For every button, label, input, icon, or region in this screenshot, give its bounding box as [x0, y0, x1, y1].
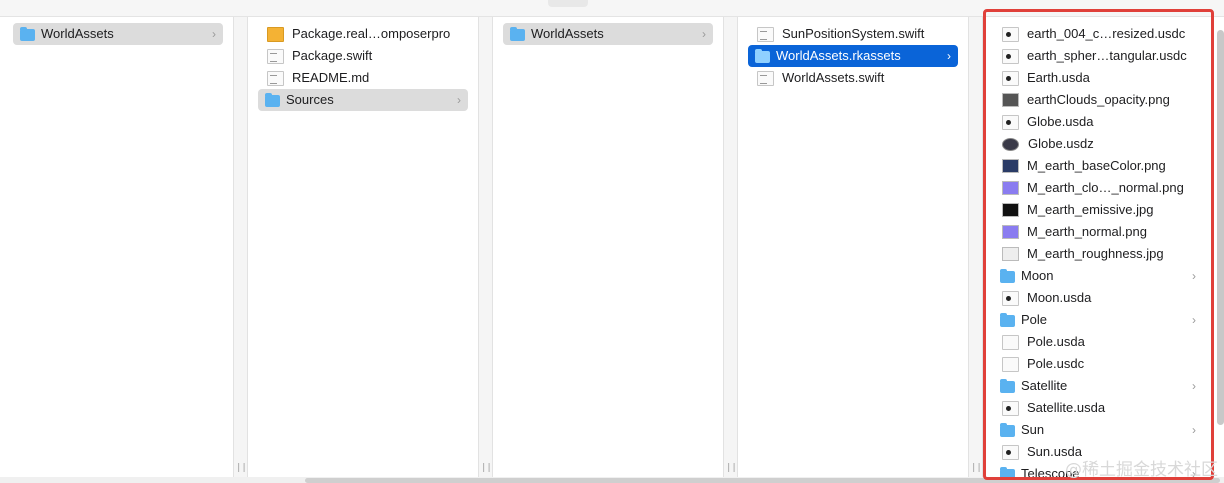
column-item-readme[interactable]: README.md	[258, 67, 468, 89]
item-label: WorldAssets.rkassets	[776, 48, 901, 63]
item-label: Package.swift	[292, 48, 373, 63]
finder-column-3[interactable]: WorldAssets ›	[493, 17, 724, 477]
chevron-right-icon: ›	[947, 49, 951, 63]
chevron-right-icon: ›	[702, 27, 706, 41]
swift-file-icon	[757, 26, 774, 42]
column-resize-handle[interactable]: ||	[726, 463, 737, 473]
vertical-scrollbar[interactable]	[1217, 30, 1224, 425]
toolbar-button-fragment[interactable]	[548, 0, 588, 7]
markdown-file-icon	[267, 70, 284, 86]
column-divider[interactable]	[234, 17, 248, 477]
column-resize-handle[interactable]: ||	[236, 463, 247, 473]
finder-column-4[interactable]: SunPositionSystem.swift WorldAssets.rkas…	[738, 17, 969, 477]
swift-file-icon	[267, 48, 284, 64]
item-label: WorldAssets.swift	[782, 70, 885, 85]
column-item-worldassets-swift[interactable]: WorldAssets.swift	[748, 67, 958, 89]
column-divider[interactable]	[724, 17, 738, 477]
package-icon	[267, 26, 284, 42]
folder-icon	[20, 27, 35, 41]
column-item-sunpositionsystem[interactable]: SunPositionSystem.swift	[748, 23, 958, 45]
column-resize-handle[interactable]: ||	[481, 463, 492, 473]
chevron-right-icon: ›	[212, 27, 216, 41]
folder-icon	[265, 93, 280, 107]
column-divider[interactable]	[969, 17, 983, 477]
column-item-worldassets-rkassets[interactable]: WorldAssets.rkassets ›	[748, 45, 958, 67]
column-divider[interactable]	[479, 17, 493, 477]
column-resize-handle[interactable]: ||	[971, 463, 982, 473]
item-label: SunPositionSystem.swift	[782, 26, 925, 41]
column-item-sources[interactable]: Sources ›	[258, 89, 468, 111]
annotation-highlight-box	[983, 9, 1214, 480]
folder-icon	[510, 27, 525, 41]
swift-file-icon	[757, 70, 774, 86]
column-item-package-realitycomposerpro[interactable]: Package.real…omposerpro	[258, 23, 468, 45]
watermark: @稀土掘金技术社区	[1065, 460, 1218, 480]
finder-column-2[interactable]: Package.real…omposerpro Package.swift RE…	[248, 17, 479, 477]
item-label: WorldAssets	[531, 26, 604, 41]
column-item-worldassets[interactable]: WorldAssets ›	[13, 23, 223, 45]
column-item-package-swift[interactable]: Package.swift	[258, 45, 468, 67]
finder-column-1[interactable]: WorldAssets ›	[0, 17, 234, 477]
column-item-worldassets[interactable]: WorldAssets ›	[503, 23, 713, 45]
item-label: WorldAssets	[41, 26, 114, 41]
chevron-right-icon: ›	[457, 93, 461, 107]
item-label: Sources	[286, 92, 334, 107]
folder-icon	[755, 49, 770, 63]
item-label: README.md	[292, 70, 370, 85]
item-label: Package.real…omposerpro	[292, 26, 451, 41]
